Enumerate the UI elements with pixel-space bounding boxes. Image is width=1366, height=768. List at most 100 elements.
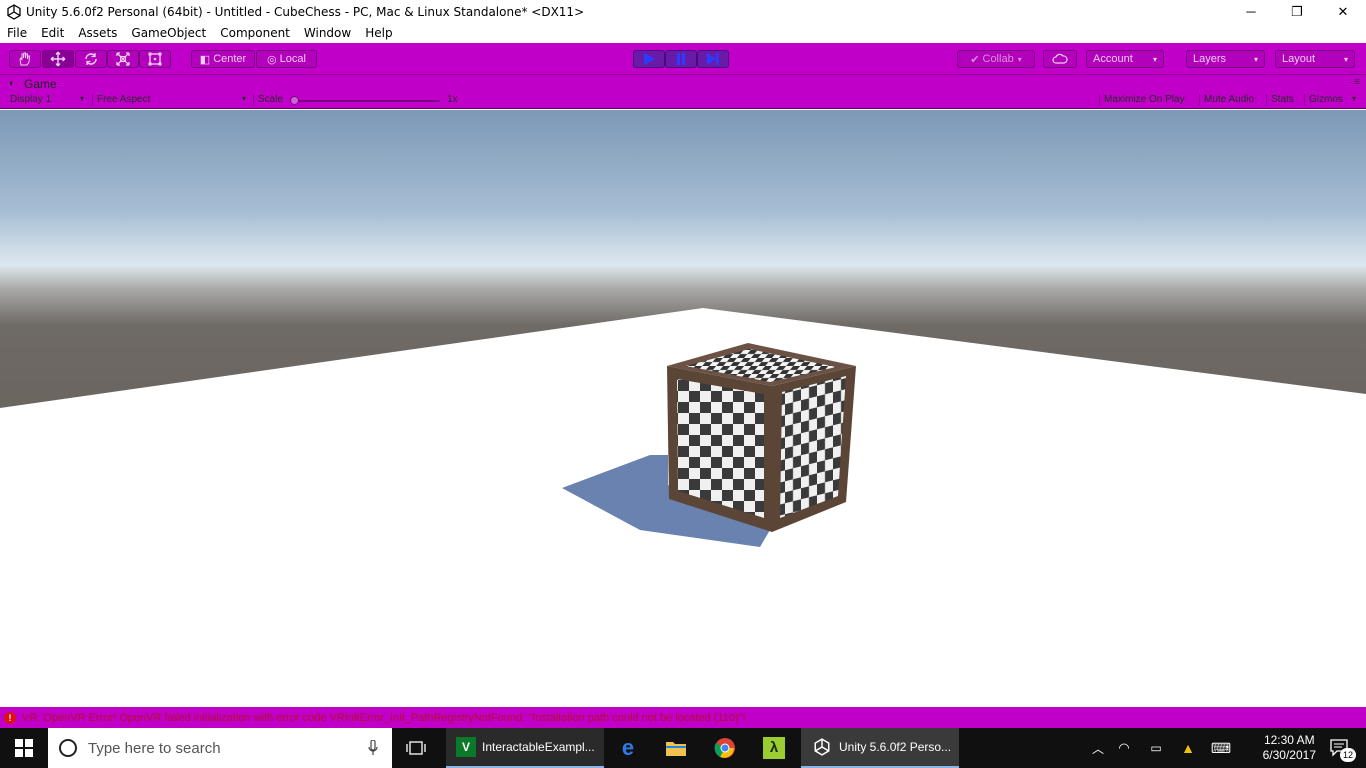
chevron-down-icon: ▾ — [1343, 54, 1348, 64]
pivot-icon: ◧ — [199, 53, 211, 66]
rotate-icon — [85, 53, 97, 65]
chevron-down-icon: ▾ — [1017, 54, 1022, 64]
taskbar-app-label: Unity 5.6.0f2 Perso... — [839, 740, 952, 754]
pivot-toggle-button[interactable]: ◧ Center — [191, 50, 255, 68]
task-view-button[interactable] — [396, 728, 436, 768]
maximize-on-play-toggle[interactable]: Maximize On Play — [1099, 94, 1185, 105]
notification-badge: 12 — [1340, 748, 1356, 762]
layout-dropdown[interactable]: Layout ▾ — [1275, 50, 1355, 68]
taskbar-explorer[interactable] — [656, 728, 696, 768]
folder-icon — [666, 742, 686, 756]
search-placeholder: Type here to search — [88, 739, 221, 757]
windows-taskbar: Type here to search V InteractableExampl… — [0, 728, 1366, 768]
gizmos-dropdown[interactable]: Gizmos — [1304, 94, 1343, 105]
console-status-bar[interactable]: ! VR: OpenVR Error! OpenVR failed initia… — [0, 707, 1366, 728]
game-viewport[interactable] — [0, 110, 1366, 707]
cloud-button[interactable] — [1043, 50, 1077, 68]
action-center-button[interactable]: 12 — [1318, 728, 1362, 768]
chevron-down-icon: ▾ — [80, 94, 85, 103]
step-icon — [707, 53, 719, 65]
google-drive-icon[interactable]: ▲ — [1172, 740, 1204, 756]
layers-label: Layers — [1193, 53, 1227, 65]
checkmark-icon: ✔ — [970, 53, 980, 66]
taskbar-edge[interactable]: e — [608, 728, 648, 768]
menu-file[interactable]: File — [0, 26, 34, 40]
stats-toggle[interactable]: Stats — [1266, 94, 1294, 105]
play-button[interactable] — [633, 50, 665, 68]
system-tray: ︿ ◠ ▭ ▲ ⌨ — [1088, 728, 1238, 768]
space-toggle-button[interactable]: ◎ Local — [256, 50, 317, 68]
start-button[interactable] — [0, 728, 48, 768]
taskbar-app-label: InteractableExampl... — [482, 740, 595, 754]
mute-audio-toggle[interactable]: Mute Audio — [1199, 94, 1254, 105]
taskbar-chrome[interactable] — [705, 728, 745, 768]
rect-tool-button[interactable] — [139, 50, 171, 68]
chevron-up-icon[interactable]: ︿ — [1088, 740, 1108, 757]
pause-icon — [677, 53, 685, 65]
menu-edit[interactable]: Edit — [34, 26, 71, 40]
tab-menu-icon[interactable]: ≡ — [1354, 77, 1360, 88]
menu-help[interactable]: Help — [358, 26, 399, 40]
wifi-icon[interactable]: ◠ — [1108, 740, 1140, 756]
task-view-icon — [406, 741, 426, 755]
scale-icon — [116, 52, 130, 66]
rect-transform-icon — [148, 52, 162, 66]
clock-date: 6/30/2017 — [1262, 748, 1316, 762]
close-button[interactable]: ✕ — [1320, 0, 1366, 23]
main-toolbar: ◧ Center ◎ Local ✔ Collab ▾ Account ▾ La… — [0, 43, 1366, 75]
minimize-button[interactable]: ─ — [1228, 0, 1274, 23]
scale-slider-thumb[interactable] — [290, 96, 299, 105]
cloud-icon — [1052, 53, 1068, 64]
game-controller-icon: ◐ — [9, 78, 16, 89]
menu-component[interactable]: Component — [213, 26, 297, 40]
battery-icon[interactable]: ▭ — [1140, 741, 1172, 755]
taskbar-app-unity[interactable]: Unity 5.6.0f2 Perso... — [801, 728, 959, 768]
microphone-icon[interactable] — [368, 740, 378, 756]
menu-gameobject[interactable]: GameObject — [124, 26, 213, 40]
restore-button[interactable]: ❐ — [1274, 0, 1320, 23]
account-label: Account — [1093, 53, 1133, 65]
window-titlebar: Unity 5.6.0f2 Personal (64bit) - Untitle… — [0, 0, 1366, 23]
collab-label: Collab — [982, 53, 1014, 65]
menu-bar: File Edit Assets GameObject Component Wi… — [0, 23, 1366, 43]
rotate-tool-button[interactable] — [75, 50, 107, 68]
scale-tool-button[interactable] — [107, 50, 139, 68]
display-dropdown[interactable]: Display 1 — [10, 94, 51, 105]
taskbar-app-vim[interactable]: V InteractableExampl... — [446, 728, 604, 768]
menu-window[interactable]: Window — [297, 26, 358, 40]
move-arrows-icon — [50, 51, 66, 67]
collab-dropdown[interactable]: ✔ Collab ▾ — [957, 50, 1035, 68]
aspect-dropdown[interactable]: Free Aspect — [92, 94, 150, 105]
play-icon — [644, 53, 655, 65]
chevron-down-icon: ▾ — [242, 94, 247, 103]
hand-tool-button[interactable] — [9, 50, 41, 68]
chrome-icon — [714, 738, 735, 758]
move-tool-button[interactable] — [42, 50, 74, 68]
taskbar-search-box[interactable]: Type here to search — [48, 728, 392, 768]
taskbar-lambda-app[interactable]: λ — [754, 728, 794, 768]
error-icon: ! — [4, 711, 16, 724]
taskbar-clock[interactable]: 12:30 AM 6/30/2017 — [1263, 733, 1316, 763]
chevron-down-icon: ▾ — [1352, 94, 1357, 103]
console-message: VR: OpenVR Error! OpenVR failed initiali… — [22, 711, 746, 724]
cortana-circle-icon — [59, 739, 77, 757]
edge-icon: e — [621, 735, 635, 760]
keyboard-icon[interactable]: ⌨ — [1204, 740, 1238, 757]
layout-label: Layout — [1282, 53, 1316, 65]
chevron-down-icon: ▾ — [1253, 54, 1258, 64]
chevron-down-icon: ▾ — [1152, 54, 1157, 64]
menu-assets[interactable]: Assets — [71, 26, 124, 40]
layers-dropdown[interactable]: Layers ▾ — [1186, 50, 1265, 68]
step-button[interactable] — [697, 50, 729, 68]
unity-logo-icon — [814, 738, 830, 756]
pause-button[interactable] — [665, 50, 697, 68]
lambda-icon: λ — [763, 737, 785, 759]
account-dropdown[interactable]: Account ▾ — [1086, 50, 1164, 68]
game-view-toolbar: Display 1 ▾ Free Aspect ▾ Scale 1x Maxim… — [0, 92, 1366, 109]
scale-slider-track[interactable] — [294, 100, 440, 102]
tab-game[interactable]: Game — [24, 77, 57, 91]
hand-icon — [19, 52, 31, 66]
space-label: Local — [279, 53, 306, 65]
vim-icon: V — [456, 737, 476, 757]
cube-right-board — [780, 376, 846, 518]
